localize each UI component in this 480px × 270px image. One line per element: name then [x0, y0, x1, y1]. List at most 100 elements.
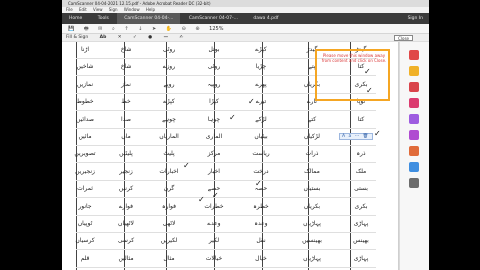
table-row-divider — [76, 197, 376, 198]
font-increase-button[interactable]: A — [342, 134, 345, 139]
table-cell: خیال — [255, 255, 267, 262]
table-cell: تیرے — [255, 98, 267, 105]
table-cell: چوہے — [162, 116, 176, 123]
table-cell: لڑکیاں — [303, 133, 321, 140]
tab-document-2[interactable]: CamScanner 04-07-... — [182, 13, 245, 24]
window-titlebar: CamScanner 04-04-2021 12.15.pdf - Adobe … — [62, 0, 429, 7]
right-letterbox — [429, 0, 480, 270]
zoom-out-icon[interactable]: ⊖ — [182, 26, 186, 32]
table-cell: بکری — [354, 203, 368, 210]
dot-tool-icon[interactable]: ● — [148, 35, 152, 40]
pdf-page: گیدڑ گیدڑ کپڑے بوتل روٹی شاخ اڑنا کتا پتے چڑیا روٹ… — [62, 42, 399, 270]
send-icon[interactable] — [409, 146, 419, 156]
line-tool-icon[interactable]: — — [164, 35, 169, 40]
check-tool-icon[interactable]: ✓ — [133, 35, 137, 40]
table-cell: وعدے — [207, 220, 221, 227]
table-cell: قلم — [80, 255, 90, 262]
table-cell: روزے — [162, 63, 176, 70]
table-cell: لڑکے — [255, 116, 267, 123]
cross-tool-icon[interactable]: ✕ — [118, 35, 122, 40]
export-icon[interactable] — [409, 98, 419, 108]
close-button[interactable]: Close — [394, 35, 413, 41]
table-cell: خیالات — [205, 255, 223, 262]
menu-file[interactable]: File — [66, 7, 73, 12]
table-cell: پلیٹ — [163, 150, 175, 157]
delete-icon[interactable]: 🗑 — [363, 134, 369, 139]
table-cell: جانور — [78, 203, 92, 210]
table-cell: صدائیں — [76, 116, 94, 123]
scan-icon[interactable] — [409, 162, 419, 172]
table-cell: ذرات — [305, 150, 319, 157]
print-icon[interactable]: 🖶 — [84, 26, 89, 32]
table-cell: کتا — [357, 116, 365, 123]
table-cell: مائیں — [78, 133, 92, 140]
menu-view[interactable]: View — [93, 7, 103, 12]
checkmark-annotation[interactable]: ✓ — [229, 114, 236, 122]
menu-window[interactable]: Window — [124, 7, 140, 12]
more-options-button[interactable]: ⋯ — [355, 134, 360, 139]
table-cell: پہاڑی — [353, 255, 369, 262]
table-cell: لکیریں — [160, 237, 178, 244]
table-cell: فوارہ — [161, 203, 177, 210]
tab-document-1[interactable]: CamScanner 04-04-... — [117, 13, 181, 24]
table-cell: پلیٹیں — [119, 150, 133, 157]
arrow-up-icon[interactable]: ↑ — [124, 26, 128, 32]
table-cell: روٹی — [162, 46, 176, 53]
text-tool-button[interactable]: Ab — [100, 35, 107, 40]
table-cell: کپڑا — [209, 98, 219, 105]
checkmark-annotation[interactable]: ✓ — [374, 130, 381, 138]
menu-sign[interactable]: Sign — [109, 7, 118, 12]
table-cell: بیٹیاں — [254, 133, 268, 140]
table-cell: روٹی — [207, 63, 221, 70]
organize-icon[interactable] — [409, 114, 419, 124]
search-icon[interactable]: ⌕ — [112, 26, 115, 32]
zoom-level[interactable]: 125% — [209, 26, 223, 32]
menu-help[interactable]: Help — [146, 7, 155, 12]
tab-document-3[interactable]: dawa 4.pdf — [246, 13, 285, 24]
zoom-in-icon[interactable]: ⊕ — [195, 26, 199, 32]
table-cell: ٹوپیاں — [77, 220, 93, 227]
acrobat-window: CamScanner 04-04-2021 12.15.pdf - Adobe … — [62, 0, 429, 270]
checkmark-annotation[interactable]: ✓ — [212, 192, 219, 200]
arrow-down-icon[interactable]: ↓ — [138, 26, 142, 32]
table-cell: ممالک — [304, 168, 320, 175]
floating-text-toolbar: A a ⋯ 🗑 — [339, 133, 374, 140]
protect-icon[interactable] — [409, 178, 419, 188]
checkmark-annotation[interactable]: ✓ — [183, 162, 190, 170]
window-title: CamScanner 04-04-2021 12.15.pdf - Adobe … — [68, 1, 211, 6]
table-cell: کپڑے — [255, 46, 267, 53]
font-decrease-button[interactable]: a — [349, 134, 352, 139]
tab-home[interactable]: Home — [62, 13, 89, 24]
table-cell: مثال — [163, 255, 175, 262]
table-row-divider — [76, 267, 376, 268]
fill-sign-title: Fill & Sign — [66, 35, 89, 40]
edit-icon[interactable] — [409, 82, 419, 92]
table-cell: بستیاں — [303, 185, 321, 192]
table-cell: درخت — [253, 168, 269, 175]
table-cell: ماں — [121, 133, 131, 140]
sign-tool-icon[interactable]: ✍ — [180, 35, 184, 40]
fill-sign-icon[interactable] — [409, 130, 419, 140]
save-icon[interactable]: 💾 — [68, 26, 74, 32]
hand-icon[interactable]: ✋ — [166, 26, 172, 32]
screen: CamScanner 04-04-2021 12.15.pdf - Adobe … — [0, 0, 480, 270]
table-cell: نمازیں — [76, 81, 94, 88]
table-cell: ثمرات — [77, 185, 93, 192]
pdf-icon[interactable] — [409, 50, 419, 60]
comment-icon[interactable] — [409, 66, 419, 76]
checkmark-annotation[interactable]: ✓ — [255, 180, 262, 188]
table-cell: وعدہ — [254, 220, 268, 227]
checkmark-annotation[interactable]: ✓ — [248, 98, 255, 106]
menu-edit[interactable]: Edit — [79, 7, 87, 12]
table-cell: پھرے — [255, 81, 267, 88]
cursor-icon[interactable]: ➤ — [152, 26, 156, 32]
tab-tools[interactable]: Tools — [91, 13, 116, 24]
document-area: گیدڑ گیدڑ کپڑے بوتل روٹی شاخ اڑنا کتا پتے چڑیا روٹ… — [62, 42, 429, 270]
checkmark-annotation[interactable]: ✓ — [198, 196, 205, 204]
sign-in-link[interactable]: Sign In — [408, 13, 423, 24]
table-row-divider — [76, 110, 376, 111]
left-letterbox — [0, 0, 62, 270]
table-row-divider — [76, 162, 376, 163]
mail-icon[interactable]: ✉ — [98, 26, 102, 32]
table-cell: نقل — [256, 237, 266, 244]
